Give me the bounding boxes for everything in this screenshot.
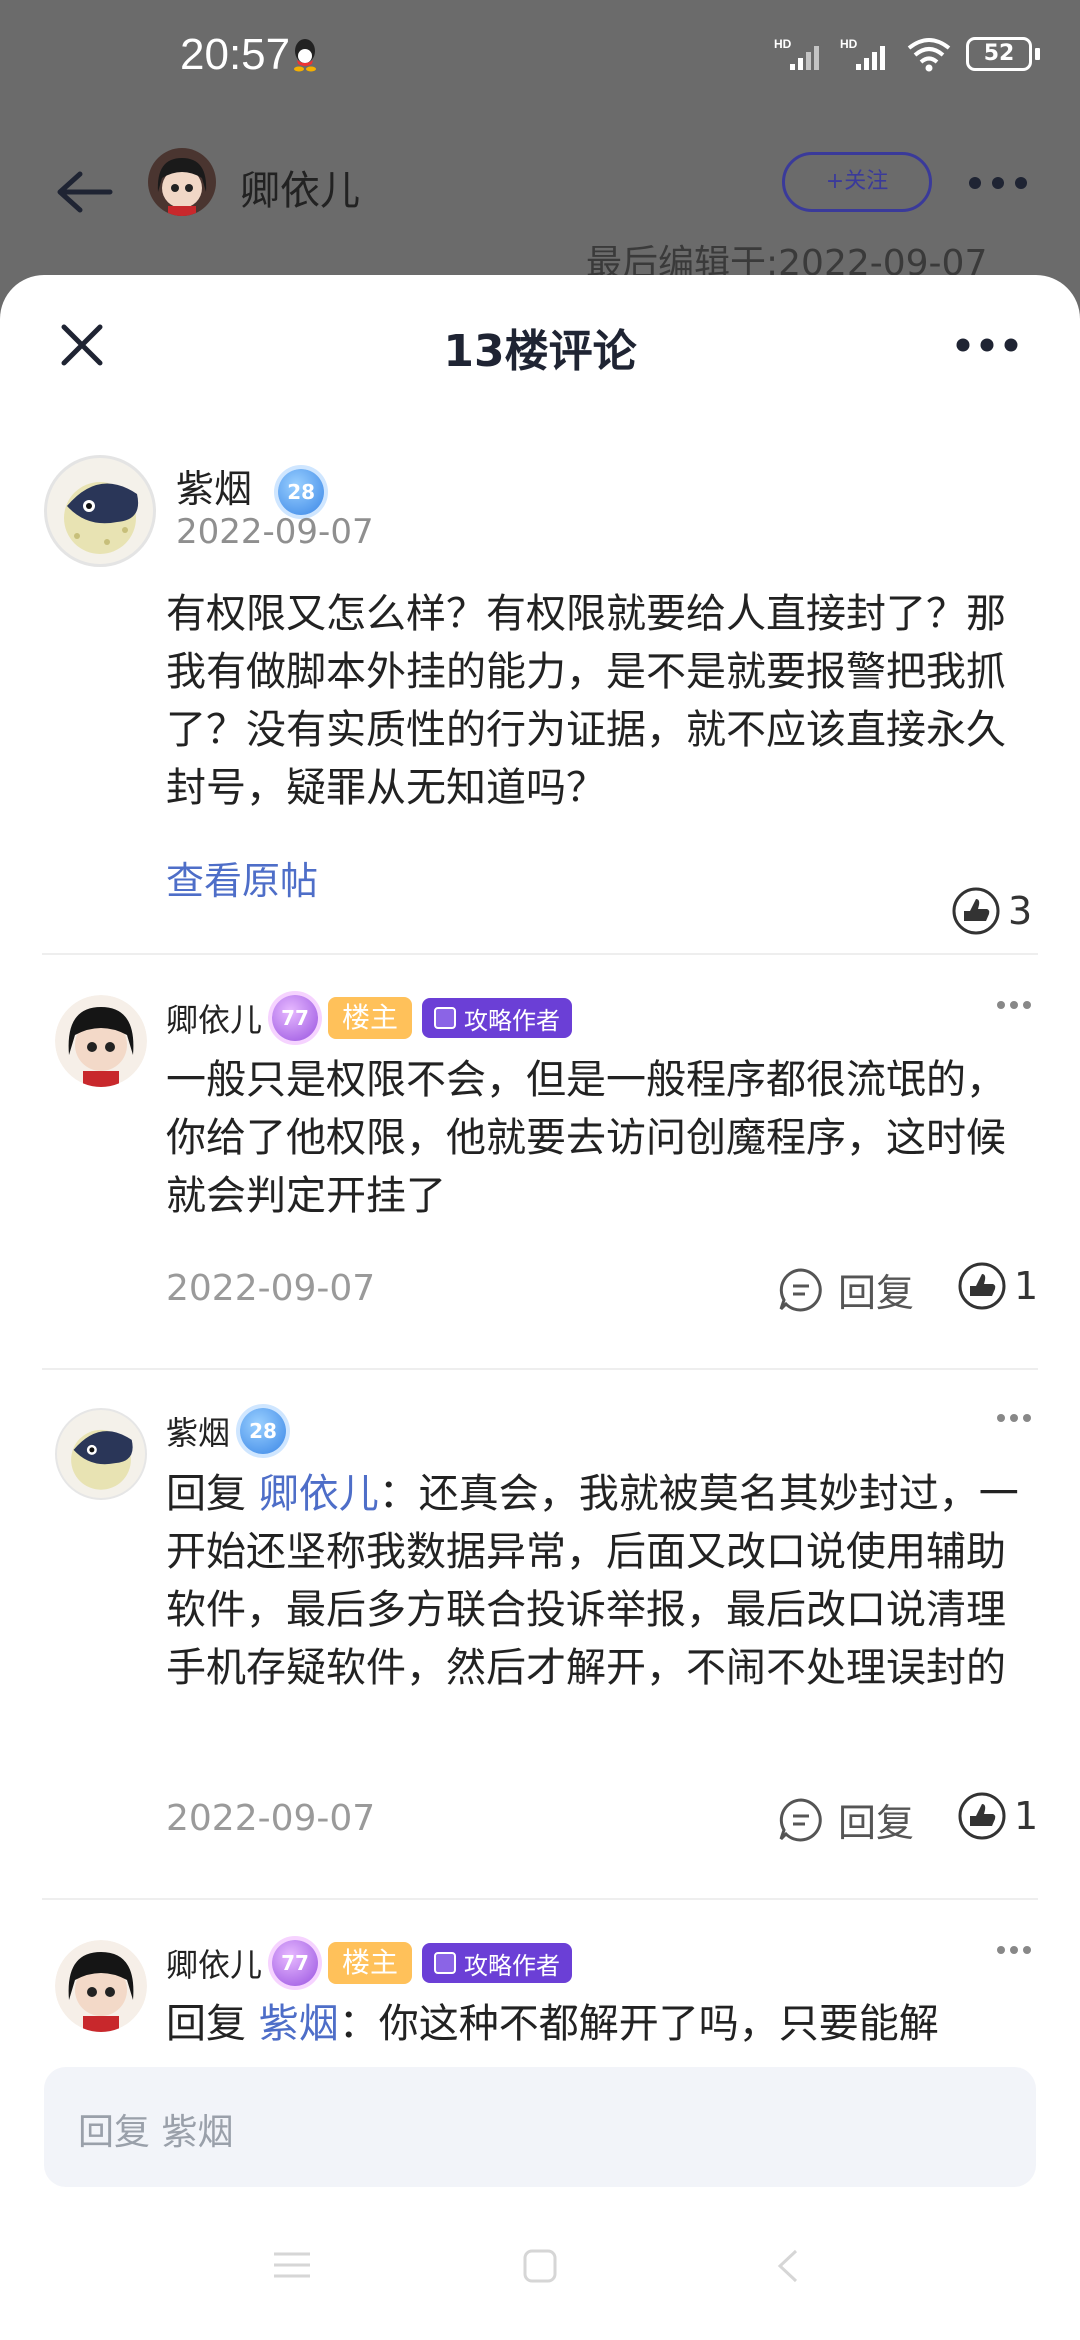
like-button[interactable]: 1: [958, 1262, 1038, 1310]
qq-notification-icon: [294, 39, 316, 72]
author-tag: 攻略作者: [422, 1943, 573, 1983]
avatar[interactable]: [55, 995, 147, 1087]
like-count: 1: [1014, 1264, 1039, 1308]
reply-text: 回复 紫烟：你这种不都解开了吗，只要能解: [166, 2001, 939, 2047]
view-original-link[interactable]: 查看原帖: [166, 850, 318, 905]
input-area: 回复 紫烟: [0, 2060, 1080, 2340]
thumbs-up-icon: [958, 1792, 1006, 1840]
reply-button[interactable]: 回复: [778, 1262, 914, 1317]
level-badge: 77: [272, 1940, 319, 1986]
system-nav-bar: [0, 2240, 1080, 2340]
reply-text: 一般只是权限不会，但是一般程序都很流氓的，你给了他权限，他就要去访问创魔程序，这…: [166, 1057, 1006, 1219]
background-post-header: 卿依儿 +关注 最后编辑于:2022-09-07: [0, 120, 1080, 284]
reply-user-name: 紫烟: [166, 1414, 231, 1452]
battery-indicator: 52: [966, 37, 1040, 71]
level-badge: 28: [278, 468, 325, 515]
like-count: 1: [1014, 1794, 1039, 1838]
home-icon[interactable]: [522, 2248, 558, 2284]
mention-link[interactable]: 卿依儿: [259, 1471, 379, 1517]
avatar[interactable]: [55, 1408, 147, 1500]
status-bar: 20:57 HD HD 52: [0, 0, 1080, 120]
thumbs-up-icon: [958, 1262, 1006, 1310]
comment-icon: [779, 1797, 822, 1841]
author-avatar[interactable]: [148, 148, 216, 216]
divider: [42, 1898, 1038, 1900]
sheet-title: 13楼评论: [443, 326, 637, 377]
comment-text: 有权限又怎么样？有权限就要给人直接封了？那我有做脚本外挂的能力，是不是就要报警把…: [166, 591, 1006, 811]
reply-button[interactable]: 回复: [778, 1792, 914, 1847]
level-badge: 28: [240, 1408, 287, 1454]
reply-user-row: 紫烟 28: [166, 1408, 287, 1454]
reply-input[interactable]: 回复 紫烟: [44, 2067, 1036, 2187]
divider: [42, 1368, 1038, 1370]
owner-tag: 楼主: [328, 1942, 413, 1984]
avatar[interactable]: [55, 1940, 147, 2032]
battery-level: 52: [966, 37, 1032, 71]
signal-2-icon: HD: [840, 37, 885, 70]
divider: [42, 953, 1038, 955]
more-icon[interactable]: [955, 335, 1019, 355]
reply-user-row: 卿依儿 77 楼主 攻略作者: [166, 1940, 573, 1986]
back-arrow-icon[interactable]: [50, 160, 114, 224]
book-icon: [434, 1952, 457, 1974]
reply-input-placeholder: 回复 紫烟: [78, 2112, 234, 2153]
more-icon[interactable]: [996, 1945, 1032, 1955]
menu-icon[interactable]: [272, 2250, 312, 2280]
author-name: 卿依儿: [240, 168, 360, 214]
comment-user-name: 紫烟 28: [176, 458, 325, 515]
wifi-icon: [907, 38, 951, 72]
reply-text: 回复 卿依儿：还真会，我就被莫名其妙封过，一开始还坚称我数据异常，后面又改口说使…: [166, 1471, 1019, 1691]
more-icon[interactable]: [996, 1000, 1032, 1010]
like-button[interactable]: 3: [952, 887, 1032, 935]
like-button[interactable]: 1: [958, 1792, 1038, 1840]
reply-user-name: 卿依儿: [166, 1001, 263, 1039]
back-icon[interactable]: [776, 2248, 800, 2284]
signal-1-icon: HD: [774, 37, 819, 70]
level-badge: 77: [272, 995, 319, 1041]
more-icon[interactable]: [968, 176, 1028, 190]
comment-date: 2022-09-07: [176, 512, 374, 552]
reply-date: 2022-09-07: [166, 1268, 376, 1309]
avatar[interactable]: [44, 455, 156, 567]
svg-text:HD: HD: [840, 37, 858, 51]
reply-user-row: 卿依儿 77 楼主 攻略作者: [166, 995, 573, 1041]
svg-text:HD: HD: [774, 37, 792, 51]
sheet-header: 13楼评论: [0, 275, 1080, 410]
thumbs-up-icon: [952, 887, 1000, 935]
reply-date: 2022-09-07: [166, 1798, 376, 1839]
comment-icon: [779, 1267, 822, 1311]
owner-tag: 楼主: [328, 997, 413, 1039]
follow-button[interactable]: +关注: [782, 152, 932, 212]
book-icon: [434, 1007, 457, 1029]
mention-link[interactable]: 紫烟: [259, 2001, 339, 2047]
more-icon[interactable]: [996, 1413, 1032, 1423]
reply-user-name: 卿依儿: [166, 1946, 263, 1984]
author-tag: 攻略作者: [422, 998, 573, 1038]
like-count: 3: [1008, 889, 1033, 933]
clock: 20:57: [180, 30, 291, 79]
